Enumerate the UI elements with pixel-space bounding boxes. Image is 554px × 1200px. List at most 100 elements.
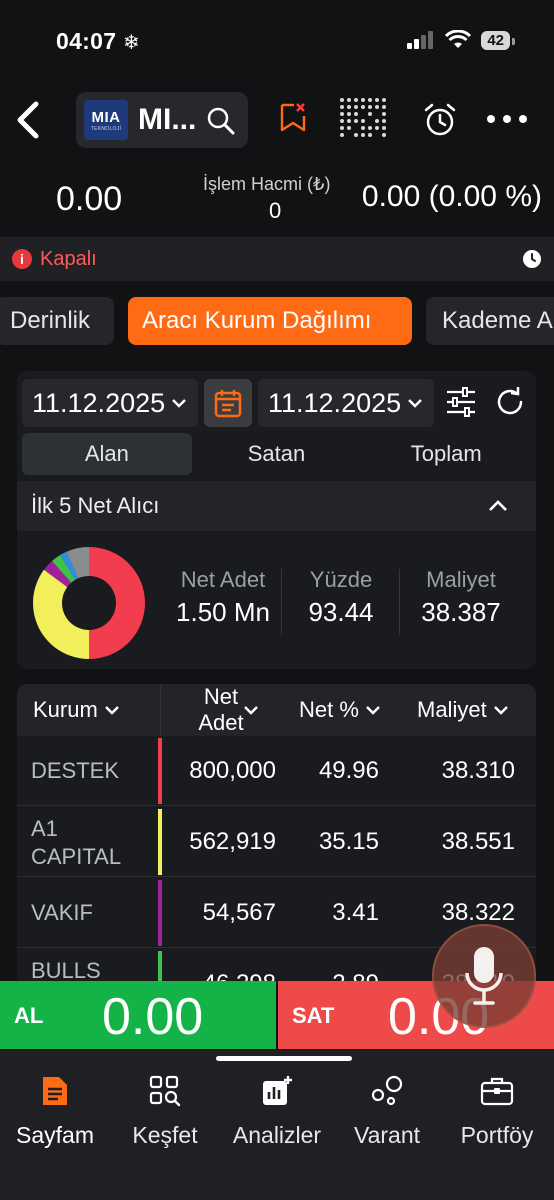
symbol-search-pill[interactable]: MIA TEKNOLOJİ MI... — [76, 92, 248, 148]
bubbles-icon — [370, 1074, 404, 1108]
calendar-button[interactable] — [204, 379, 252, 427]
table-row[interactable]: DESTEK 800,000 49.96 38.310 — [17, 736, 536, 806]
nav-analizler[interactable]: Analizler — [222, 1074, 332, 1149]
info-icon: i — [12, 249, 32, 269]
symbol-name: MI... — [138, 103, 197, 136]
donut-slice-0 — [89, 547, 146, 659]
broker-color-bar — [158, 951, 162, 984]
tab-kademe[interactable]: Kademe A — [426, 297, 554, 345]
net-adet-cell: 54,567 — [202, 899, 276, 926]
chevron-down-icon — [493, 706, 508, 715]
chevron-down-icon — [366, 706, 380, 715]
buy-price: 0.00 — [102, 988, 204, 1046]
buy-button[interactable]: AL 0.00 — [0, 981, 276, 1049]
side-segmented-control: Alan Satan Toplam — [22, 433, 531, 475]
start-date-picker[interactable]: 11.12.2025 — [22, 379, 198, 427]
divider — [160, 684, 161, 736]
net-pct-cell: 35.15 — [318, 828, 379, 855]
broker-color-bar — [158, 809, 162, 875]
company-logo: MIA TEKNOLOJİ — [84, 100, 128, 140]
chart-plus-icon — [260, 1074, 294, 1108]
search-icon[interactable] — [206, 106, 236, 136]
distribution-donut-chart — [32, 547, 146, 659]
clock-icon[interactable] — [522, 249, 542, 269]
chevron-down-icon — [408, 399, 422, 408]
divider — [281, 569, 282, 635]
sell-label: SAT — [292, 1003, 335, 1028]
top-buyers-title: İlk 5 Net Alıcı — [31, 493, 160, 518]
end-date-picker[interactable]: 11.12.2025 — [258, 379, 434, 427]
nav-portfoy[interactable]: Portföy — [442, 1074, 552, 1149]
last-price: 0.00 — [56, 180, 123, 218]
chevron-up-icon[interactable] — [488, 499, 508, 513]
quote-summary: 0.00 İşlem Hacmi (₺) 0 0.00 (0.00 %) — [0, 170, 554, 230]
signal-icon — [407, 31, 434, 49]
dot-matrix-icon[interactable] — [338, 96, 392, 142]
maliyet-cell: 38.551 — [441, 828, 515, 855]
table-row[interactable]: A1 CAPITAL 562,919 35.15 38.551 — [17, 807, 536, 877]
status-bar: 04:07 ❄ 42 — [0, 0, 554, 80]
briefcase-icon — [480, 1074, 514, 1108]
market-status-bar: i Kapalı — [0, 237, 554, 281]
buy-label: AL — [14, 1003, 44, 1028]
grid-search-icon — [148, 1074, 182, 1108]
tab-derinlik[interactable]: Derinlik — [0, 297, 114, 345]
maliyet-cell: 38.310 — [441, 757, 515, 784]
refresh-icon[interactable] — [495, 387, 525, 417]
chevron-down-icon — [104, 706, 119, 715]
tab-araci-kurum-dagilimi[interactable]: Aracı Kurum Dağılımı — [128, 297, 412, 345]
home-indicator — [216, 1056, 352, 1061]
table-header: Kurum Net Adet Net % Maliyet — [17, 684, 536, 736]
status-icons: 42 — [407, 30, 515, 50]
snowflake-icon: ❄ — [123, 32, 141, 54]
calendar-icon — [214, 390, 242, 418]
broker-color-bar — [158, 738, 162, 804]
battery-indicator: 42 — [481, 30, 515, 50]
price-change: 0.00 (0.00 %) — [361, 180, 542, 213]
chevron-down-icon — [172, 399, 186, 408]
broker-name: A1 CAPITAL — [31, 816, 122, 869]
top-bar: MIA TEKNOLOJİ MI... — [0, 90, 554, 154]
column-maliyet[interactable]: Maliyet — [417, 684, 509, 736]
nav-kesfet[interactable]: Keşfet — [110, 1074, 220, 1149]
broker-color-bar — [158, 880, 162, 946]
remove-bookmark-icon[interactable] — [280, 102, 306, 132]
market-status-text: Kapalı — [40, 247, 97, 270]
net-adet-cell: 46,298 — [202, 970, 276, 984]
more-options-icon[interactable] — [486, 114, 528, 124]
broker-name: BULLS — [31, 958, 101, 983]
net-adet-stat: Net Adet 1.50 Mn — [176, 567, 270, 627]
chevron-down-icon — [244, 706, 258, 715]
clock-time: 04:07 ❄ — [56, 28, 141, 54]
yuzde-stat: Yüzde 93.44 — [308, 567, 374, 627]
net-pct-cell: 49.96 — [318, 757, 379, 784]
document-icon — [38, 1074, 72, 1108]
donut-slice-1 — [32, 569, 90, 659]
divider — [399, 569, 400, 635]
filter-sliders-icon[interactable] — [445, 387, 477, 417]
wifi-icon — [445, 30, 472, 48]
segment-satan[interactable]: Satan — [192, 433, 362, 475]
volume-value: 0 — [269, 198, 282, 223]
column-kurum[interactable]: Kurum — [33, 684, 120, 736]
net-adet-cell: 562,919 — [189, 828, 276, 855]
back-icon[interactable] — [12, 98, 46, 142]
maliyet-stat: Maliyet 38.387 — [421, 567, 501, 627]
column-net-pct[interactable]: Net % — [299, 684, 381, 736]
net-adet-cell: 800,000 — [189, 757, 276, 784]
tab-bar: Derinlik Aracı Kurum Dağılımı Kademe A — [0, 297, 554, 345]
top-buyers-header[interactable]: İlk 5 Net Alıcı — [17, 481, 536, 531]
alarm-clock-icon[interactable] — [422, 102, 458, 138]
volume-label: İşlem Hacmi (₺) — [203, 174, 331, 194]
broker-name: DESTEK — [31, 758, 120, 783]
net-pct-cell: 3.41 — [332, 899, 379, 926]
segment-alan[interactable]: Alan — [22, 433, 192, 475]
net-pct-cell: 2.89 — [332, 970, 379, 984]
microphone-icon — [465, 947, 503, 1005]
nav-varant[interactable]: Varant — [332, 1074, 442, 1149]
segment-toplam[interactable]: Toplam — [361, 433, 531, 475]
voice-assistant-button[interactable] — [432, 924, 536, 1028]
broker-summary-card: 11.12.2025 11.12.2025 Alan Satan Toplam … — [17, 371, 536, 669]
nav-sayfam[interactable]: Sayfam — [0, 1074, 110, 1149]
bottom-navigation: Sayfam Keşfet Analizler Varant Portföy — [0, 1050, 554, 1200]
